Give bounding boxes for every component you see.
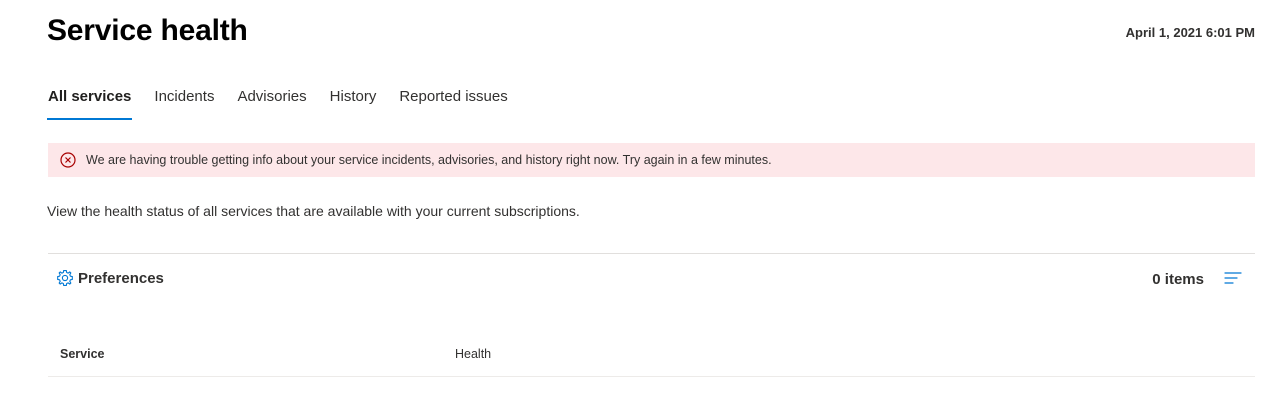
tab-all-services[interactable]: All services xyxy=(47,80,133,120)
preferences-label: Preferences xyxy=(78,269,164,287)
last-updated-timestamp: April 1, 2021 6:01 PM xyxy=(1125,25,1255,40)
tab-reported-issues[interactable]: Reported issues xyxy=(398,80,508,120)
table-header-row: Service Health xyxy=(48,335,1255,377)
error-circle-icon xyxy=(60,152,76,168)
service-health-page: Service health April 1, 2021 6:01 PM All… xyxy=(0,0,1280,412)
tab-history[interactable]: History xyxy=(329,80,378,120)
page-title: Service health xyxy=(47,14,248,47)
gear-icon xyxy=(56,269,74,287)
error-message-bar: We are having trouble getting info about… xyxy=(48,143,1255,177)
column-header-service[interactable]: Service xyxy=(60,347,104,361)
item-count: 0 items xyxy=(1152,271,1204,288)
column-header-health[interactable]: Health xyxy=(455,347,491,361)
page-description: View the health status of all services t… xyxy=(47,203,580,219)
error-message-text: We are having trouble getting info about… xyxy=(86,153,772,167)
section-divider xyxy=(48,253,1255,254)
preferences-button[interactable]: Preferences xyxy=(56,269,164,287)
tab-incidents[interactable]: Incidents xyxy=(153,80,215,120)
tab-bar: All services Incidents Advisories Histor… xyxy=(47,80,530,120)
filter-lines-icon xyxy=(1223,271,1243,285)
filter-button[interactable] xyxy=(1222,269,1244,287)
tab-advisories[interactable]: Advisories xyxy=(236,80,307,120)
